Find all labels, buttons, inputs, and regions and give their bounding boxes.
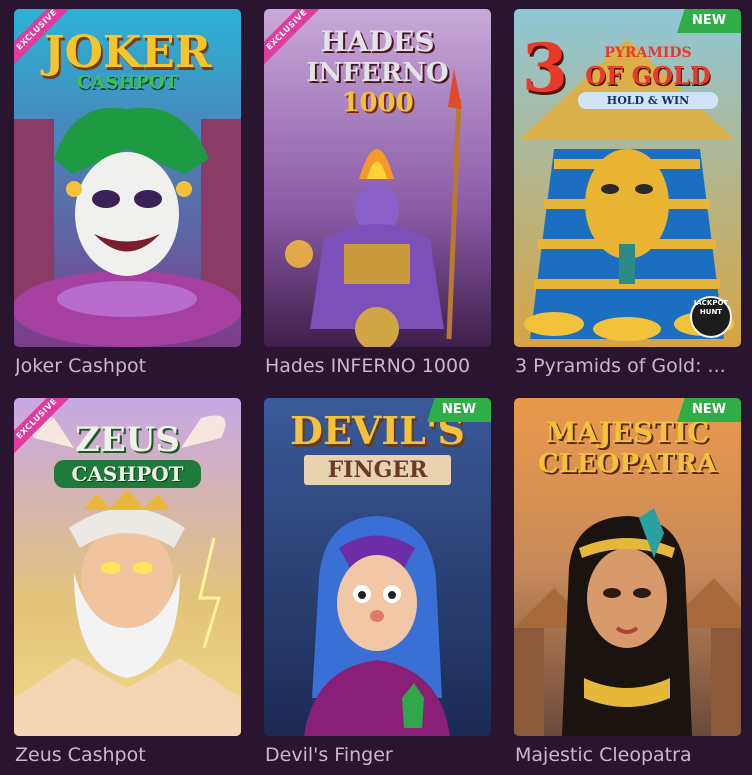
new-badge: NEW bbox=[677, 9, 741, 33]
game-title[interactable]: Joker Cashpot bbox=[15, 355, 241, 377]
game-thumbnail[interactable]: MAJESTIC CLEOPATRA NEW bbox=[514, 398, 741, 736]
game-logo-bottom: CASHPOT bbox=[54, 460, 201, 488]
game-logo-bottom: 1000 bbox=[341, 88, 414, 118]
game-thumbnail[interactable]: DEVIL'S FINGER NEW bbox=[264, 398, 491, 736]
game-thumbnail[interactable]: JOKER CASHPOT EXCLUSIVE bbox=[14, 9, 241, 347]
game-logo-top: ZEUS bbox=[75, 420, 180, 460]
jackpot-hunt-badge: JACKPOT HUNT bbox=[693, 299, 729, 316]
new-badge: NEW bbox=[677, 398, 741, 422]
game-title[interactable]: Devil's Finger bbox=[265, 744, 491, 766]
game-title[interactable]: Hades INFERNO 1000 bbox=[265, 355, 491, 377]
game-logo-number: 3 bbox=[522, 29, 568, 107]
game-thumbnail[interactable]: HADES INFERNO 1000 EXCLUSIVE bbox=[264, 9, 491, 347]
game-logo-bottom: FINGER bbox=[304, 455, 451, 485]
game-logo-bottom: HOLD & WIN bbox=[578, 92, 718, 109]
game-logo-top: PYRAMIDS bbox=[604, 45, 692, 61]
game-title[interactable]: Majestic Cleopatra bbox=[515, 744, 741, 766]
game-logo-mid: OF GOLD bbox=[585, 61, 711, 90]
game-thumbnail[interactable]: ZEUS CASHPOT EXCLUSIVE bbox=[14, 398, 241, 736]
game-logo-mid: INFERNO bbox=[306, 58, 449, 88]
game-title[interactable]: Zeus Cashpot bbox=[15, 744, 241, 766]
game-title[interactable]: 3 Pyramids of Gold: ... bbox=[515, 355, 741, 377]
game-thumbnail[interactable]: 3 PYRAMIDS OF GOLD HOLD & WIN JACKPOT HU… bbox=[514, 9, 741, 347]
new-badge: NEW bbox=[427, 398, 491, 422]
game-logo-bottom: CLEOPATRA bbox=[538, 449, 717, 479]
game-grid: JOKER CASHPOT EXCLUSIVE Joker Cashpot HA… bbox=[0, 0, 752, 775]
game-logo-top: JOKER bbox=[43, 27, 212, 78]
